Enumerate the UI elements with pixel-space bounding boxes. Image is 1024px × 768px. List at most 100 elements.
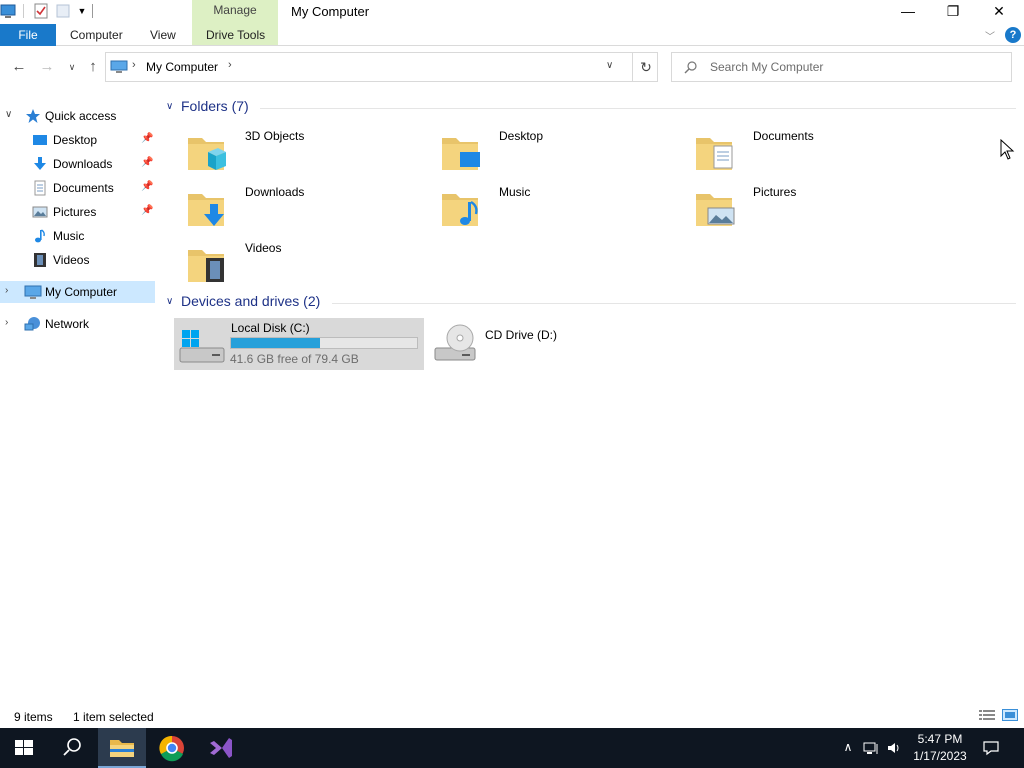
search-input[interactable] — [710, 59, 1000, 75]
drive-usage-fill — [231, 338, 320, 348]
qat-divider — [92, 4, 93, 18]
chevron-down-icon[interactable]: ∨ — [166, 101, 173, 112]
chrome-icon[interactable] — [148, 728, 196, 768]
3d-objects-folder-icon — [184, 130, 228, 174]
folder-label: Documents — [753, 129, 814, 143]
large-icons-view-icon[interactable] — [1002, 709, 1018, 721]
notifications-icon[interactable] — [983, 740, 999, 756]
breadcrumb-chevron-icon[interactable]: › — [132, 59, 136, 71]
window-title: My Computer — [291, 4, 370, 19]
chevron-right-icon[interactable]: › — [5, 317, 17, 328]
desktop-folder-icon — [438, 130, 482, 174]
drive-cd-d[interactable]: CD Drive (D:) — [428, 318, 678, 370]
drive-label: CD Drive (D:) — [485, 328, 557, 342]
computer-icon — [24, 284, 42, 300]
tab-computer[interactable]: Computer — [70, 24, 123, 46]
folder-documents[interactable]: Documents — [682, 126, 932, 178]
folder-label: Desktop — [499, 129, 544, 143]
clock-date[interactable]: 1/17/2023 — [908, 749, 972, 763]
pin-icon[interactable]: 📌 — [141, 181, 153, 193]
music-folder-icon — [438, 186, 482, 230]
folder-videos[interactable]: Videos — [174, 238, 424, 290]
back-arrow-icon[interactable]: ← — [10, 58, 28, 76]
folder-downloads[interactable]: Downloads — [174, 182, 424, 234]
drive-label: Local Disk (C:) — [231, 321, 310, 335]
sidebar-item-my-computer[interactable]: › My Computer — [0, 281, 155, 303]
sidebar-item-label: Downloads — [53, 157, 113, 171]
group-title: Devices and drives (2) — [181, 293, 321, 309]
search-icon[interactable] — [48, 728, 96, 768]
chevron-right-icon[interactable]: › — [5, 285, 17, 296]
network-tray-icon[interactable] — [863, 740, 879, 756]
volume-icon[interactable] — [886, 740, 902, 756]
ribbon-expand-icon[interactable]: ﹀ — [985, 28, 997, 43]
folder-music[interactable]: Music — [428, 182, 678, 234]
mouse-cursor-icon — [1000, 138, 1016, 161]
manage-context-tab[interactable]: Manage — [192, 3, 278, 17]
item-count: 9 items — [14, 710, 53, 724]
pictures-folder-icon — [692, 186, 736, 230]
folder-pictures[interactable]: Pictures — [682, 182, 932, 234]
visual-studio-icon[interactable] — [196, 728, 244, 768]
videos-folder-icon — [184, 242, 228, 286]
pictures-icon — [32, 204, 48, 220]
sidebar-item-network[interactable]: › Network — [0, 313, 155, 335]
selection-count: 1 item selected — [73, 710, 154, 724]
title-bar: ▼ Manage My Computer — ❐ ✕ — [0, 0, 1024, 46]
sidebar-item-quick-access[interactable]: ∨ Quick access — [0, 105, 155, 127]
recent-locations-icon[interactable]: ∨ — [63, 58, 81, 76]
sidebar-item-documents[interactable]: Documents 📌 — [0, 177, 155, 199]
sidebar-item-label: Videos — [53, 253, 90, 267]
chevron-up-icon[interactable]: ∧ — [840, 740, 856, 756]
search-box[interactable] — [671, 52, 1012, 82]
chevron-down-icon[interactable]: ∨ — [166, 296, 173, 307]
drive-free-space: 41.6 GB free of 79.4 GB — [230, 352, 359, 366]
minimize-button[interactable]: — — [885, 0, 931, 22]
up-arrow-icon[interactable]: ↑ — [84, 58, 102, 76]
videos-icon — [32, 252, 48, 268]
maximize-button[interactable]: ❐ — [930, 0, 976, 22]
cd-drive-icon — [432, 322, 480, 366]
help-icon[interactable]: ? — [1005, 27, 1021, 43]
folder-desktop[interactable]: Desktop — [428, 126, 678, 178]
qat-customize-icon[interactable]: ▼ — [74, 3, 90, 19]
star-icon — [25, 108, 41, 124]
file-explorer-taskbar-icon[interactable] — [98, 728, 146, 768]
computer-icon[interactable] — [0, 3, 16, 19]
taskbar: ∧ 5:47 PM 1/17/2023 — [0, 728, 1024, 768]
folder-3d-objects[interactable]: 3D Objects — [174, 126, 424, 178]
documents-folder-icon — [692, 130, 736, 174]
group-divider — [260, 108, 1016, 109]
content-pane: ∨ Folders (7) 3D Objects Desktop Documen… — [160, 90, 1024, 700]
close-button[interactable]: ✕ — [976, 0, 1022, 22]
downloads-icon — [32, 156, 48, 172]
status-bar: 9 items 1 item selected — [0, 700, 1024, 728]
group-title: Folders (7) — [181, 98, 249, 114]
folder-label: Music — [499, 185, 531, 199]
sidebar-item-desktop[interactable]: Desktop 📌 — [0, 129, 155, 151]
start-button[interactable] — [0, 728, 48, 768]
pin-icon[interactable]: 📌 — [141, 205, 153, 217]
sidebar-item-label: Desktop — [53, 133, 98, 147]
tab-drive-tools[interactable]: Drive Tools — [206, 24, 265, 46]
properties-icon[interactable] — [33, 3, 49, 19]
address-bar[interactable]: › My Computer › ∨ ↻ — [105, 52, 658, 82]
pin-icon[interactable]: 📌 — [141, 157, 153, 169]
details-view-icon[interactable] — [979, 709, 995, 721]
address-dropdown-icon[interactable]: ∨ — [606, 60, 620, 71]
pin-icon[interactable]: 📌 — [141, 133, 153, 145]
tab-view[interactable]: View — [150, 24, 176, 46]
new-folder-icon[interactable] — [55, 3, 71, 19]
file-tab[interactable]: File — [0, 24, 56, 46]
chevron-down-icon[interactable]: ∨ — [5, 109, 17, 120]
sidebar-item-videos[interactable]: Videos — [0, 249, 155, 271]
sidebar-item-music[interactable]: Music — [0, 225, 155, 247]
forward-arrow-icon[interactable]: → — [38, 58, 56, 76]
breadcrumb-chevron-icon[interactable]: › — [228, 59, 232, 71]
sidebar-item-pictures[interactable]: Pictures 📌 — [0, 201, 155, 223]
drive-local-disk-c[interactable]: Local Disk (C:) 41.6 GB free of 79.4 GB — [174, 318, 424, 370]
clock-time[interactable]: 5:47 PM — [912, 732, 968, 746]
sidebar-item-downloads[interactable]: Downloads 📌 — [0, 153, 155, 175]
refresh-icon[interactable]: ↻ — [632, 53, 659, 81]
breadcrumb-my-computer[interactable]: My Computer — [146, 60, 218, 74]
